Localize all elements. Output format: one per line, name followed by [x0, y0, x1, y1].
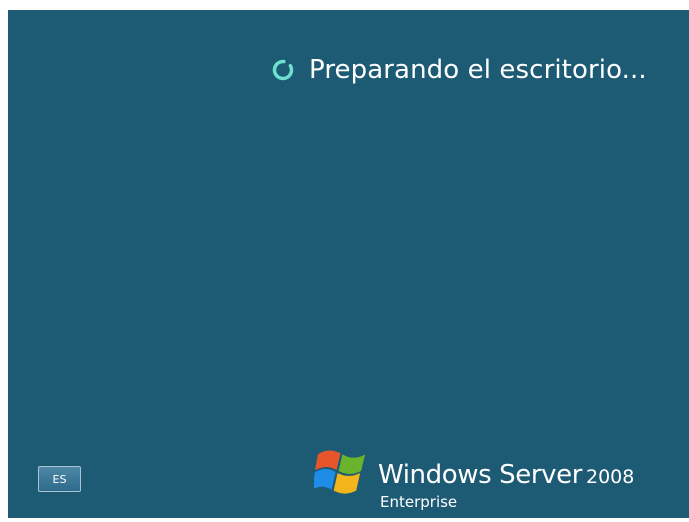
status-row: Preparando el escritorio... [271, 50, 647, 90]
language-button-label: ES [52, 472, 67, 486]
product-name: Windows Server [378, 460, 582, 490]
product-version: 2008 [586, 466, 635, 488]
product-branding: Windows Server 2008 Enterprise [314, 444, 674, 516]
status-message: Preparando el escritorio... [309, 55, 647, 85]
language-button[interactable]: ES [38, 466, 81, 492]
product-edition: Enterprise [380, 493, 458, 511]
product-title: Windows Server 2008 [378, 460, 634, 492]
windows-flag-logo [314, 450, 366, 494]
welcome-screen: Preparando el escritorio... ES Windows S… [8, 10, 689, 518]
loading-spinner-icon [272, 59, 294, 81]
